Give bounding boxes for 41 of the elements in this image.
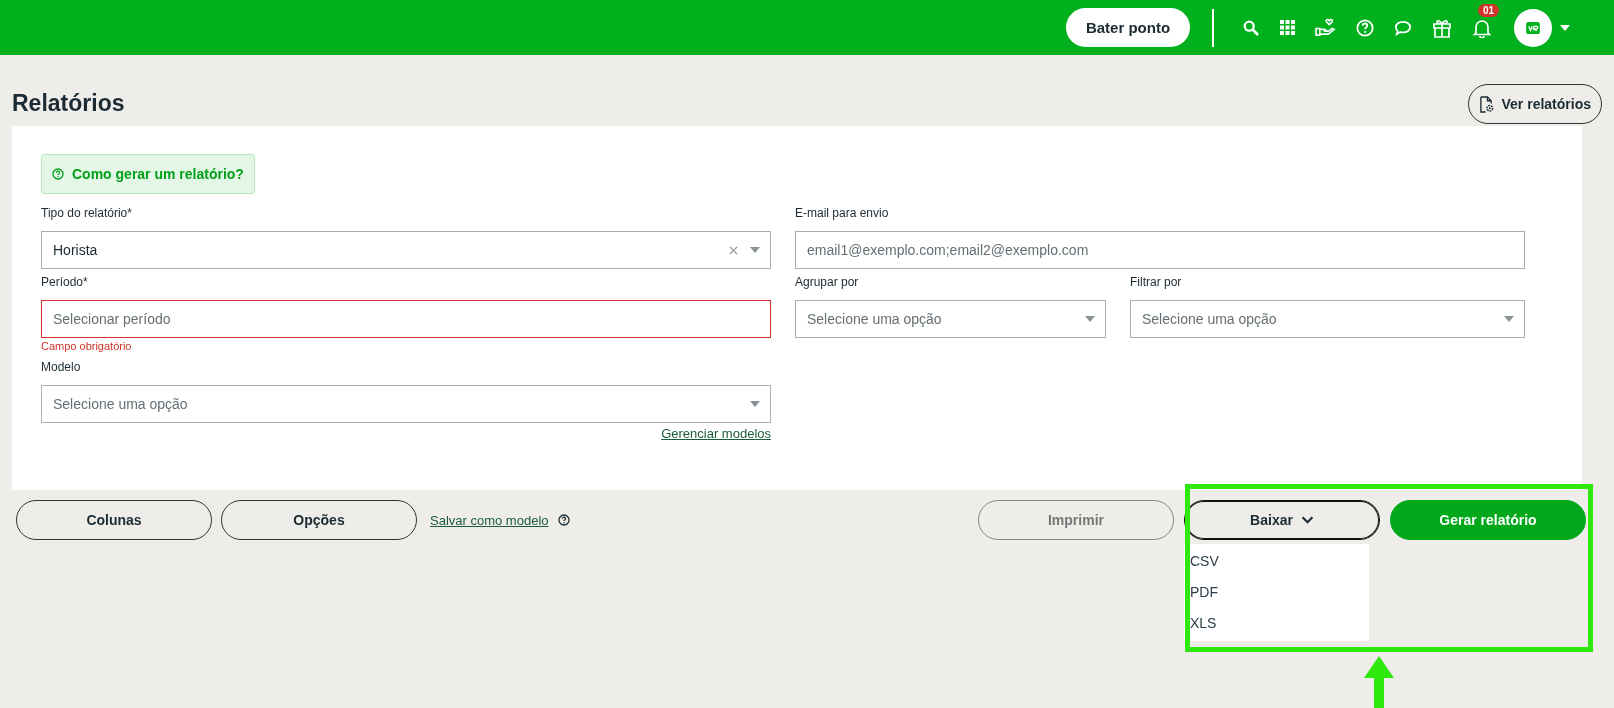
help-icon [52,168,64,180]
arrow-annotation [1363,656,1395,708]
menu-option[interactable]: PDF [1184,577,1369,608]
model-select[interactable]: Selecione uma opção [41,385,771,423]
chevron-icon [1300,516,1314,524]
dropdown-arrow-icon [750,401,760,407]
period-field[interactable]: Selecionar período [41,300,771,338]
clock-in-button[interactable]: Bater ponto [1066,8,1190,47]
menu-option[interactable]: CSV [1184,546,1369,577]
field-label: Período* [41,275,89,291]
help-icon[interactable] [557,514,570,526]
apps-grid-icon[interactable] [1280,20,1295,35]
gift-icon[interactable] [1432,17,1452,38]
field-label: Tipo do relatório* [41,206,133,222]
dropdown-arrow-icon [1504,316,1514,322]
bell-icon[interactable] [1472,17,1492,38]
field-label: Modelo [41,360,82,376]
save-as-template-link[interactable]: Salvar como modelo [430,512,549,528]
caret-icon[interactable] [1560,24,1570,31]
chat-icon[interactable] [1394,19,1412,36]
hand-heart-icon[interactable] [1315,18,1336,37]
help-banner-text: Como gerar um relatório? [72,166,244,182]
clear-icon[interactable] [729,245,738,255]
manage-models-link[interactable]: Gerenciar modelos [661,426,771,441]
email-field[interactable]: email1@exemplo.com;email2@exemplo.com [795,231,1525,269]
logo-icon [1526,21,1540,34]
error-message: Campo obrigatório [41,340,133,354]
document-gear-icon [1478,95,1494,113]
field-label: E-mail para envio [795,206,890,222]
notification-badge: 01 [1478,3,1500,17]
search-icon[interactable] [1242,18,1260,37]
page-title: Relatórios [12,89,125,117]
filter-by-select[interactable]: Selecione uma opção [1130,300,1525,338]
menu-option[interactable]: XLS [1184,608,1369,639]
report-type-select[interactable]: Horista [41,231,771,269]
group-by-select[interactable]: Selecione uma opção [795,300,1106,338]
dropdown-arrow-icon [750,247,760,253]
field-label: Agrupar por [795,275,860,291]
avatar[interactable] [1514,8,1552,47]
dropdown-arrow-icon [1085,316,1095,322]
field-label: Filtrar por [1130,275,1183,291]
